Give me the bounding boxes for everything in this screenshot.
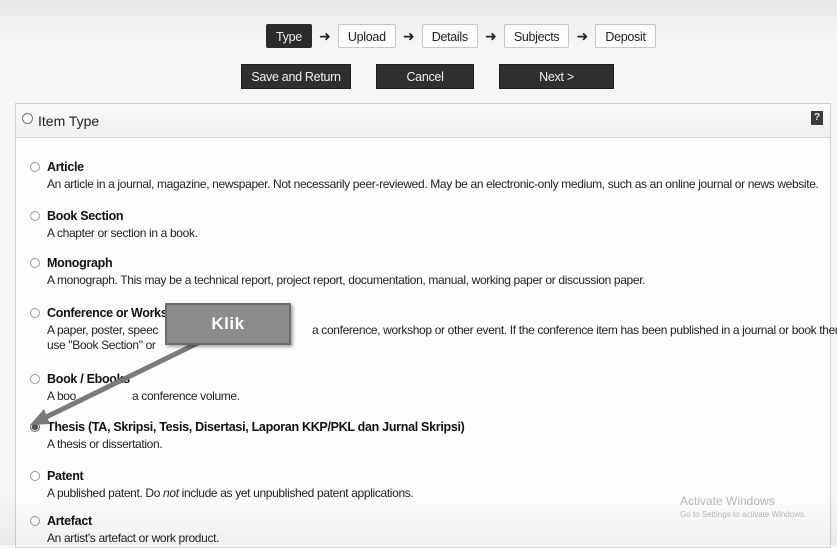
action-bar: Save and Return Cancel Next > <box>241 64 614 89</box>
radio-thesis[interactable] <box>30 422 40 432</box>
item-type-name: Article <box>47 160 84 174</box>
item-type-description-rest: a conference volume. <box>132 389 240 403</box>
arrow-right-icon: ➜ <box>402 27 415 44</box>
radio-book-ebooks[interactable] <box>30 374 40 384</box>
collapse-toggle-icon[interactable] <box>22 113 33 124</box>
item-type-description: A boo <box>47 389 76 403</box>
save-and-return-button[interactable]: Save and Return <box>241 64 351 89</box>
step-details[interactable]: Details <box>421 24 478 48</box>
panel-header: Item Type ? <box>16 104 830 138</box>
arrow-right-icon: ➜ <box>576 27 589 44</box>
next-button[interactable]: Next > <box>499 64 614 89</box>
radio-book-section[interactable] <box>30 211 40 221</box>
item-type-name: Conference or Worksho <box>47 306 183 320</box>
windows-activation-watermark: Activate Windows Go to Settings to activ… <box>680 494 806 519</box>
desc-pre: A published patent. Do <box>47 486 164 500</box>
watermark-subtitle: Go to Settings to activate Windows. <box>680 510 807 519</box>
help-icon[interactable]: ? <box>811 111 823 125</box>
arrow-right-icon: ➜ <box>484 27 497 44</box>
klik-callout: Klik <box>165 303 291 345</box>
step-upload[interactable]: Upload <box>337 24 396 48</box>
watermark-title: Activate Windows <box>680 494 775 508</box>
radio-patent[interactable] <box>30 471 40 481</box>
cancel-button[interactable]: Cancel <box>376 64 474 89</box>
workflow-steps: Type ➜ Upload ➜ Details ➜ Subjects ➜ Dep… <box>266 23 656 49</box>
desc-post: include as yet unpublished patent applic… <box>178 486 414 500</box>
radio-artefact[interactable] <box>30 516 40 526</box>
item-type-description: An artist's artefact or work product. <box>47 531 220 545</box>
item-type-description: A monograph. This may be a technical rep… <box>47 273 646 287</box>
radio-conference[interactable] <box>30 308 40 318</box>
item-type-name: Artefact <box>47 514 92 528</box>
arrow-right-icon: ➜ <box>319 27 331 44</box>
desc-em: not <box>163 486 179 500</box>
item-type-description: A chapter or section in a book. <box>47 226 198 240</box>
item-type-description-rest: a conference, workshop or other event. I… <box>312 323 837 337</box>
panel-title: Item Type <box>38 113 100 129</box>
radio-article[interactable] <box>30 162 40 172</box>
step-type[interactable]: Type <box>266 24 312 48</box>
item-type-description: A thesis or dissertation. <box>47 437 163 451</box>
step-deposit[interactable]: Deposit <box>595 24 656 48</box>
item-type-name: Monograph <box>47 256 113 270</box>
item-type-name: Thesis (TA, Skripsi, Tesis, Disertasi, L… <box>47 420 465 434</box>
item-type-name: Book / Ebooks <box>47 372 130 386</box>
item-type-name: Book Section <box>47 209 124 223</box>
step-subjects[interactable]: Subjects <box>503 24 570 48</box>
item-type-panel: Item Type ? Article An article in a jour… <box>15 103 837 548</box>
item-type-description: An article in a journal, magazine, newsp… <box>47 177 819 191</box>
item-type-name: Patent <box>47 469 84 483</box>
radio-monograph[interactable] <box>30 258 40 268</box>
